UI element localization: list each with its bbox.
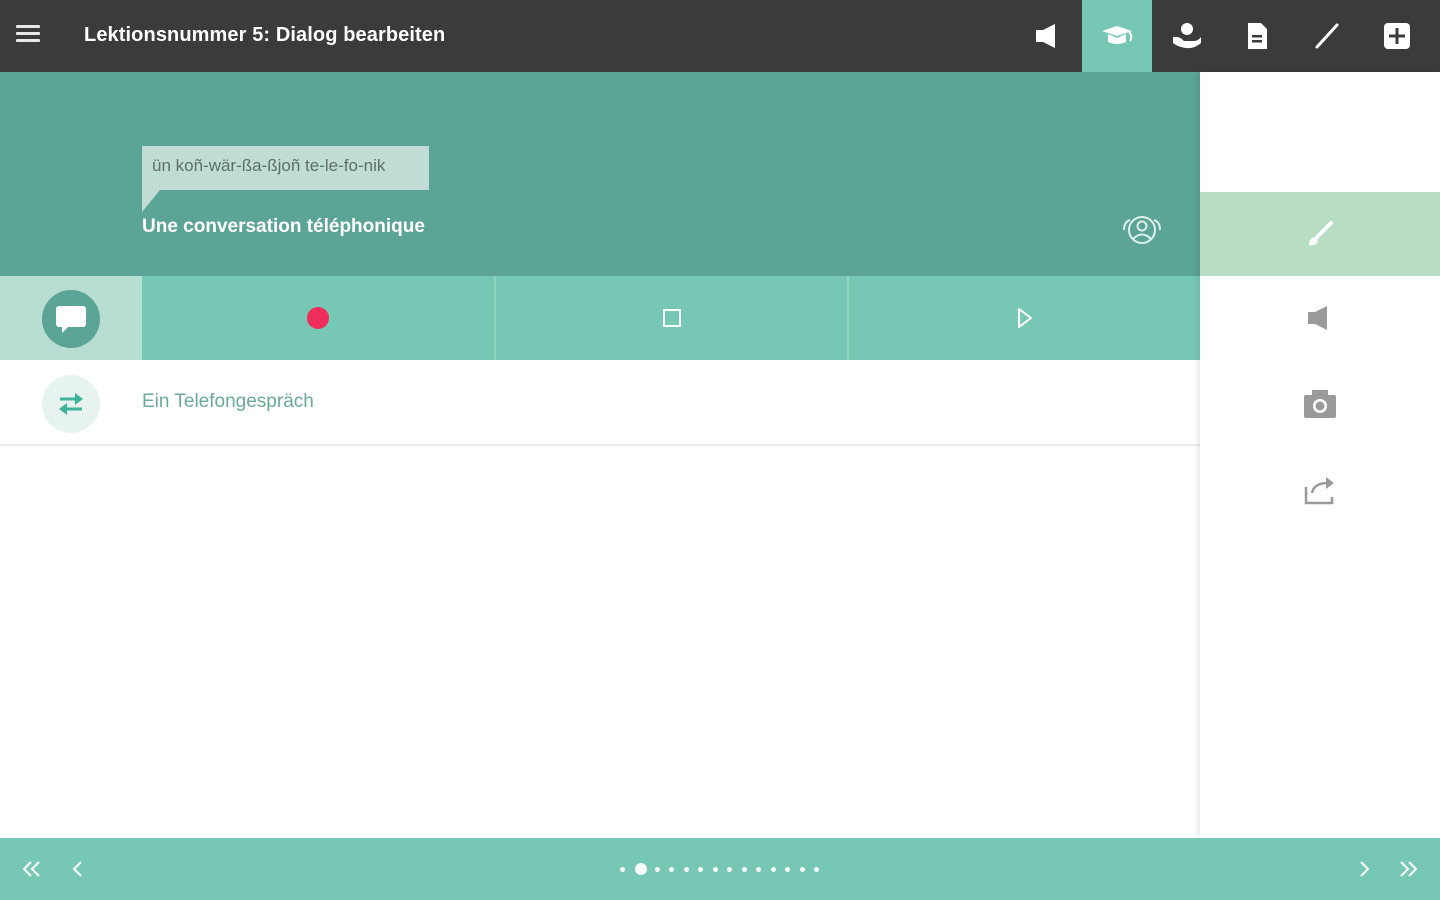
side-share-button[interactable] (1200, 448, 1440, 532)
camera-icon (1304, 390, 1336, 418)
document-icon (1248, 23, 1267, 49)
tool-add-button[interactable] (1362, 0, 1432, 72)
page-dot[interactable] (799, 866, 805, 872)
person-circle-icon (1123, 216, 1161, 244)
page-dot[interactable] (785, 866, 790, 872)
page-dot[interactable] (654, 866, 660, 872)
next-page-button[interactable] (1342, 838, 1386, 900)
add-icon (1384, 23, 1410, 49)
chevron-left-icon (72, 861, 82, 877)
page-dot[interactable] (814, 866, 819, 872)
record-button[interactable] (142, 276, 494, 360)
top-app-bar: Lektionsnummer 5: Dialog bearbeiten (0, 0, 1440, 72)
double-chevron-right-icon (1400, 861, 1418, 877)
translation-text[interactable]: Ein Telefongespräch (142, 391, 314, 413)
chevron-right-icon (1360, 861, 1370, 877)
share-icon (1304, 477, 1334, 505)
page-title: Lektionsnummer 5: Dialog bearbeiten (84, 24, 446, 46)
audio-icon (1036, 24, 1055, 48)
page-dot[interactable] (683, 866, 689, 872)
menu-icon[interactable] (16, 22, 46, 50)
side-audio-button[interactable] (1200, 276, 1440, 360)
recording-controls (0, 276, 1200, 360)
previous-page-button[interactable] (56, 838, 100, 900)
page-indicator (620, 862, 829, 876)
toolbar (1012, 0, 1432, 72)
translation-row: Ein Telefongespräch (0, 360, 1200, 446)
play-button[interactable] (847, 276, 1200, 360)
hand-award-icon (1173, 23, 1201, 49)
pen-icon (1315, 23, 1339, 49)
side-camera-button[interactable] (1200, 362, 1440, 446)
tool-document-button[interactable] (1222, 0, 1292, 72)
tool-lesson-button[interactable] (1082, 0, 1152, 72)
page-dot[interactable] (698, 866, 703, 872)
tool-audio-button[interactable] (1012, 0, 1082, 72)
brush-icon (1309, 221, 1333, 246)
last-page-button[interactable] (1386, 838, 1430, 900)
speaker-avatar-button[interactable] (1120, 212, 1164, 248)
page-dot[interactable] (770, 866, 776, 872)
chat-cell (0, 276, 142, 360)
dialog-header: ün koñ-wär-ßa-ßjoñ te-le-fo-nik Une conv… (0, 72, 1200, 276)
speech-bubble-tail (142, 190, 160, 212)
phonetic-speech-bubble[interactable]: ün koñ-wär-ßa-ßjoñ te-le-fo-nik (142, 146, 429, 190)
page-dot[interactable] (727, 866, 732, 872)
page-dot-active[interactable] (634, 863, 647, 875)
first-page-button[interactable] (10, 838, 54, 900)
side-brush-button[interactable] (1200, 192, 1440, 276)
bottom-navigation-bar (0, 838, 1440, 900)
double-chevron-left-icon (22, 861, 40, 877)
tool-pen-button[interactable] (1292, 0, 1362, 72)
page-dot[interactable] (756, 866, 761, 872)
page-dot[interactable] (741, 866, 747, 872)
audio-icon (1308, 306, 1327, 330)
chat-button[interactable] (42, 290, 100, 348)
side-panel (1200, 72, 1440, 838)
swap-arrows-icon (59, 393, 83, 415)
play-icon (1017, 308, 1032, 328)
page-dot[interactable] (669, 866, 674, 872)
page-dot[interactable] (712, 866, 718, 872)
chat-bubble-icon (56, 306, 86, 333)
stop-button[interactable] (494, 276, 847, 360)
stop-icon (662, 309, 681, 327)
tool-award-button[interactable] (1152, 0, 1222, 72)
page-dot[interactable] (620, 866, 625, 872)
dialog-subtitle: Une conversation téléphonique (142, 216, 425, 237)
swap-language-button[interactable] (42, 375, 100, 433)
record-icon (307, 307, 329, 329)
graduation-cap-icon (1102, 26, 1133, 44)
